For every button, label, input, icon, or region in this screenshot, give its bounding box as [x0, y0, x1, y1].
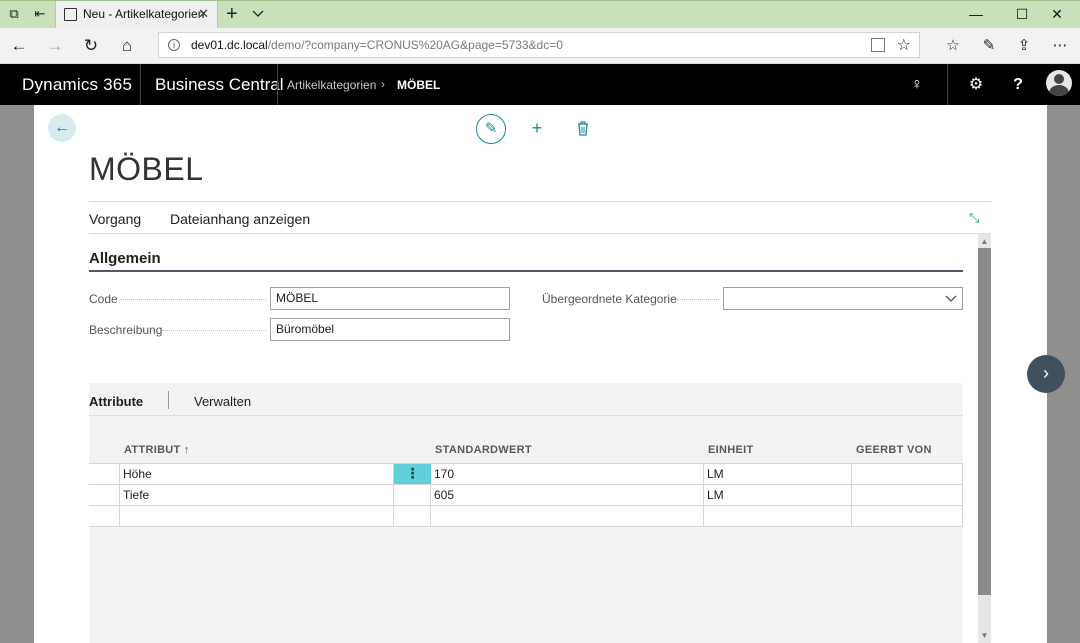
site-info-icon[interactable]: i — [168, 39, 180, 51]
settings-gear-icon[interactable]: ⚙ — [965, 74, 987, 96]
next-record-chevron-icon[interactable]: › — [1027, 355, 1065, 393]
section-heading-general[interactable]: Allgemein — [89, 250, 161, 267]
action-manage[interactable]: Verwalten — [194, 394, 251, 409]
lightbulb-icon[interactable]: ♀ — [906, 74, 928, 96]
attribute-cell[interactable]: Tiefe — [120, 485, 394, 505]
tab-title: Neu - Artikelkategorien — [83, 7, 205, 21]
inherited-cell[interactable] — [852, 506, 963, 526]
scroll-down-icon[interactable]: ▼ — [978, 629, 991, 642]
url-input[interactable]: i dev01.dc.local/demo/?company=CRONUS%20… — [158, 32, 920, 58]
tab-manager-icon[interactable]: ⧉ — [6, 6, 22, 22]
home-icon[interactable]: ⌂ — [117, 36, 137, 56]
attribute-cell[interactable]: Höhe — [120, 464, 394, 484]
parent-category-label: Übergeordnete Kategorie — [542, 292, 677, 306]
forward-icon[interactable]: → — [45, 36, 65, 56]
reading-view-icon[interactable] — [871, 38, 885, 52]
favorites-list-icon[interactable]: ☆ — [943, 36, 963, 56]
action-vorgang[interactable]: Vorgang — [89, 211, 141, 227]
description-label: Beschreibung — [89, 323, 163, 337]
inherited-cell[interactable] — [852, 485, 963, 505]
user-avatar[interactable] — [1046, 70, 1072, 96]
page-title: MÖBEL — [89, 151, 204, 187]
unit-cell[interactable]: LM — [704, 464, 852, 484]
close-tab-icon[interactable]: ✕ — [198, 6, 209, 22]
table-row[interactable]: Tiefe 605 LM — [89, 484, 963, 505]
new-tab-icon[interactable]: + — [226, 3, 238, 25]
column-header-default-value[interactable]: STANDARDWERT — [435, 444, 532, 456]
code-label: Code — [89, 292, 118, 306]
pen-icon[interactable]: ✎ — [979, 36, 999, 56]
default-value-cell[interactable]: 605 — [431, 485, 704, 505]
parent-category-select[interactable] — [723, 287, 963, 310]
browser-address-bar: ← → ↻ ⌂ i dev01.dc.local/demo/?company=C… — [0, 28, 1080, 64]
inherited-cell[interactable] — [852, 464, 963, 484]
set-aside-tabs-icon[interactable]: ⇤ — [32, 6, 48, 22]
url-path: /demo/?company=CRONUS%20AG&page=5733&dc=… — [267, 38, 563, 52]
refresh-icon[interactable]: ↻ — [81, 36, 101, 56]
help-icon[interactable]: ? — [1007, 74, 1029, 96]
browser-tab-bar: ⧉ ⇤ Neu - Artikelkategorien ✕ + — ☐ ✕ — [0, 0, 1080, 29]
tab-dropdown-icon[interactable] — [252, 7, 264, 19]
breadcrumb-chevron-icon: › — [381, 77, 385, 91]
app-header: Dynamics 365 Business Central Artikelkat… — [0, 64, 1080, 105]
default-value-cell[interactable] — [431, 506, 704, 526]
table-row[interactable] — [89, 505, 963, 526]
minimize-window-icon[interactable]: — — [953, 1, 999, 29]
breadcrumb-current: MÖBEL — [397, 78, 441, 92]
back-icon[interactable]: ← — [9, 36, 29, 56]
scroll-up-icon[interactable]: ▲ — [978, 235, 991, 248]
action-show-attachments[interactable]: Dateianhang anzeigen — [170, 211, 310, 227]
action-bar: Vorgang Dateianhang anzeigen — [89, 201, 991, 234]
tab-attributes[interactable]: Attribute — [89, 394, 143, 409]
back-arrow-icon[interactable]: ← — [48, 114, 76, 142]
favorite-star-icon[interactable]: ☆ — [897, 35, 911, 55]
app-name[interactable]: Business Central — [155, 75, 284, 95]
default-value-cell[interactable]: 170 — [431, 464, 704, 484]
column-header-attribute[interactable]: ATTRIBUT ↑ — [124, 444, 190, 456]
share-icon[interactable]: ⇪ — [1014, 36, 1034, 56]
more-icon[interactable]: ⋯ — [1050, 36, 1070, 56]
brand-name[interactable]: Dynamics 365 — [22, 75, 132, 95]
new-plus-icon[interactable]: + — [522, 114, 552, 144]
collapse-icon[interactable]: ⤡ — [969, 210, 979, 226]
page-icon — [64, 8, 77, 21]
table-row[interactable]: Höhe 170 LM — [89, 463, 963, 484]
delete-trash-icon[interactable] — [568, 114, 598, 144]
attribute-cell[interactable] — [120, 506, 394, 526]
url-host: dev01.dc.local — [191, 38, 268, 52]
close-window-icon[interactable]: ✕ — [1034, 1, 1080, 29]
column-header-unit[interactable]: EINHEIT — [708, 444, 754, 456]
description-field[interactable]: Büromöbel — [270, 318, 510, 341]
code-field[interactable]: MÖBEL — [270, 287, 510, 310]
subpage-action-bar: Attribute Verwalten — [89, 383, 963, 416]
chevron-down-icon — [945, 295, 957, 302]
unit-cell[interactable] — [704, 506, 852, 526]
row-actions-icon[interactable]: ⋮ — [394, 464, 431, 484]
unit-cell[interactable]: LM — [704, 485, 852, 505]
section-divider — [89, 270, 963, 272]
edit-pencil-icon[interactable]: ✎ — [476, 114, 506, 144]
scrollbar-thumb[interactable] — [978, 248, 991, 595]
browser-tab[interactable]: Neu - Artikelkategorien ✕ — [55, 1, 218, 29]
breadcrumb-parent[interactable]: Artikelkategorien — [287, 78, 376, 92]
column-header-inherited-from[interactable]: GEERBT VON — [856, 444, 932, 456]
